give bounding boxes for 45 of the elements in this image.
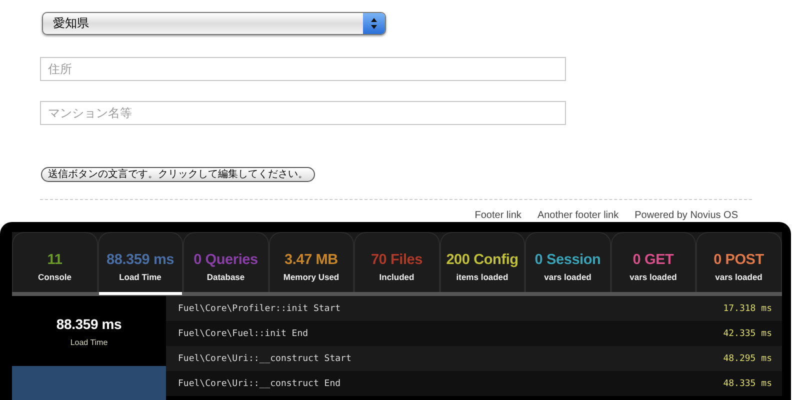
input-field[interactable]: 住所 (40, 57, 566, 81)
tab-label: Included (379, 272, 414, 282)
footer-link[interactable]: Footer link (474, 210, 522, 221)
stepper-arrows-icon (363, 13, 385, 34)
log-entry: Fuel\Core\Fuel::init End (178, 328, 308, 338)
profiler-tab[interactable]: 3.47 MB Memory Used (268, 232, 354, 292)
input-field[interactable]: マンション名等 (40, 101, 566, 125)
summary-value: 88.359 ms (56, 316, 122, 332)
tab-value: 0 Queries (194, 252, 258, 268)
profiler-tab[interactable]: 11 Console (12, 232, 98, 292)
tab-value: 3.47 MB (284, 252, 338, 268)
profiler-tab[interactable]: 200 Config items loaded (440, 232, 525, 292)
tab-value: 70 Files (370, 252, 423, 268)
log-entry: Fuel\Core\Profiler::init Start (178, 304, 341, 314)
tab-value: 200 Config (446, 252, 518, 268)
tab-label: Load Time (119, 272, 162, 282)
tab-label: Console (38, 272, 72, 282)
tab-label: vars loaded (544, 272, 592, 282)
log-time: 42.335 ms (723, 328, 772, 338)
tab-value: 0 GET (632, 252, 674, 268)
footer-link[interactable]: Powered by Novius OS (634, 210, 738, 221)
prefecture-select[interactable]: 愛知県 (42, 12, 386, 35)
log-entry: Fuel\Core\Uri::__construct Start (178, 354, 352, 364)
log-entry: Fuel\Core\Uri::__construct End (178, 378, 341, 388)
tab-value: 0 Session (534, 252, 601, 268)
submit-button[interactable]: 送信ボタンの文言です。クリックして編集してください。 (41, 167, 315, 182)
tab-label: Memory Used (283, 272, 340, 282)
log-time: 48.295 ms (723, 354, 772, 364)
log-time: 17.318 ms (723, 304, 772, 314)
tab-label: vars loaded (715, 272, 762, 282)
profiler-tab[interactable]: 0 Queries Database (183, 232, 268, 292)
tab-value: 88.359 ms (106, 252, 174, 268)
summary-label: Load Time (70, 338, 108, 346)
profiler-tab[interactable]: 0 POST vars loaded (696, 232, 782, 292)
profiler-tab[interactable]: 70 Files Included (354, 232, 440, 292)
tab-label: vars loaded (630, 272, 677, 282)
tab-label: items loaded (456, 272, 508, 282)
tab-label: Database (206, 272, 245, 282)
tab-value: 0 POST (714, 252, 764, 268)
profiler-tab[interactable]: 0 Session vars loaded (525, 232, 610, 292)
footer-link[interactable]: Another footer link (537, 210, 619, 221)
profiler-tab[interactable]: 88.359 ms Load Time (98, 232, 183, 292)
profiler-tab[interactable]: 0 GET vars loaded (610, 232, 696, 292)
log-time: 48.335 ms (723, 378, 772, 388)
tab-value: 11 (47, 252, 62, 268)
